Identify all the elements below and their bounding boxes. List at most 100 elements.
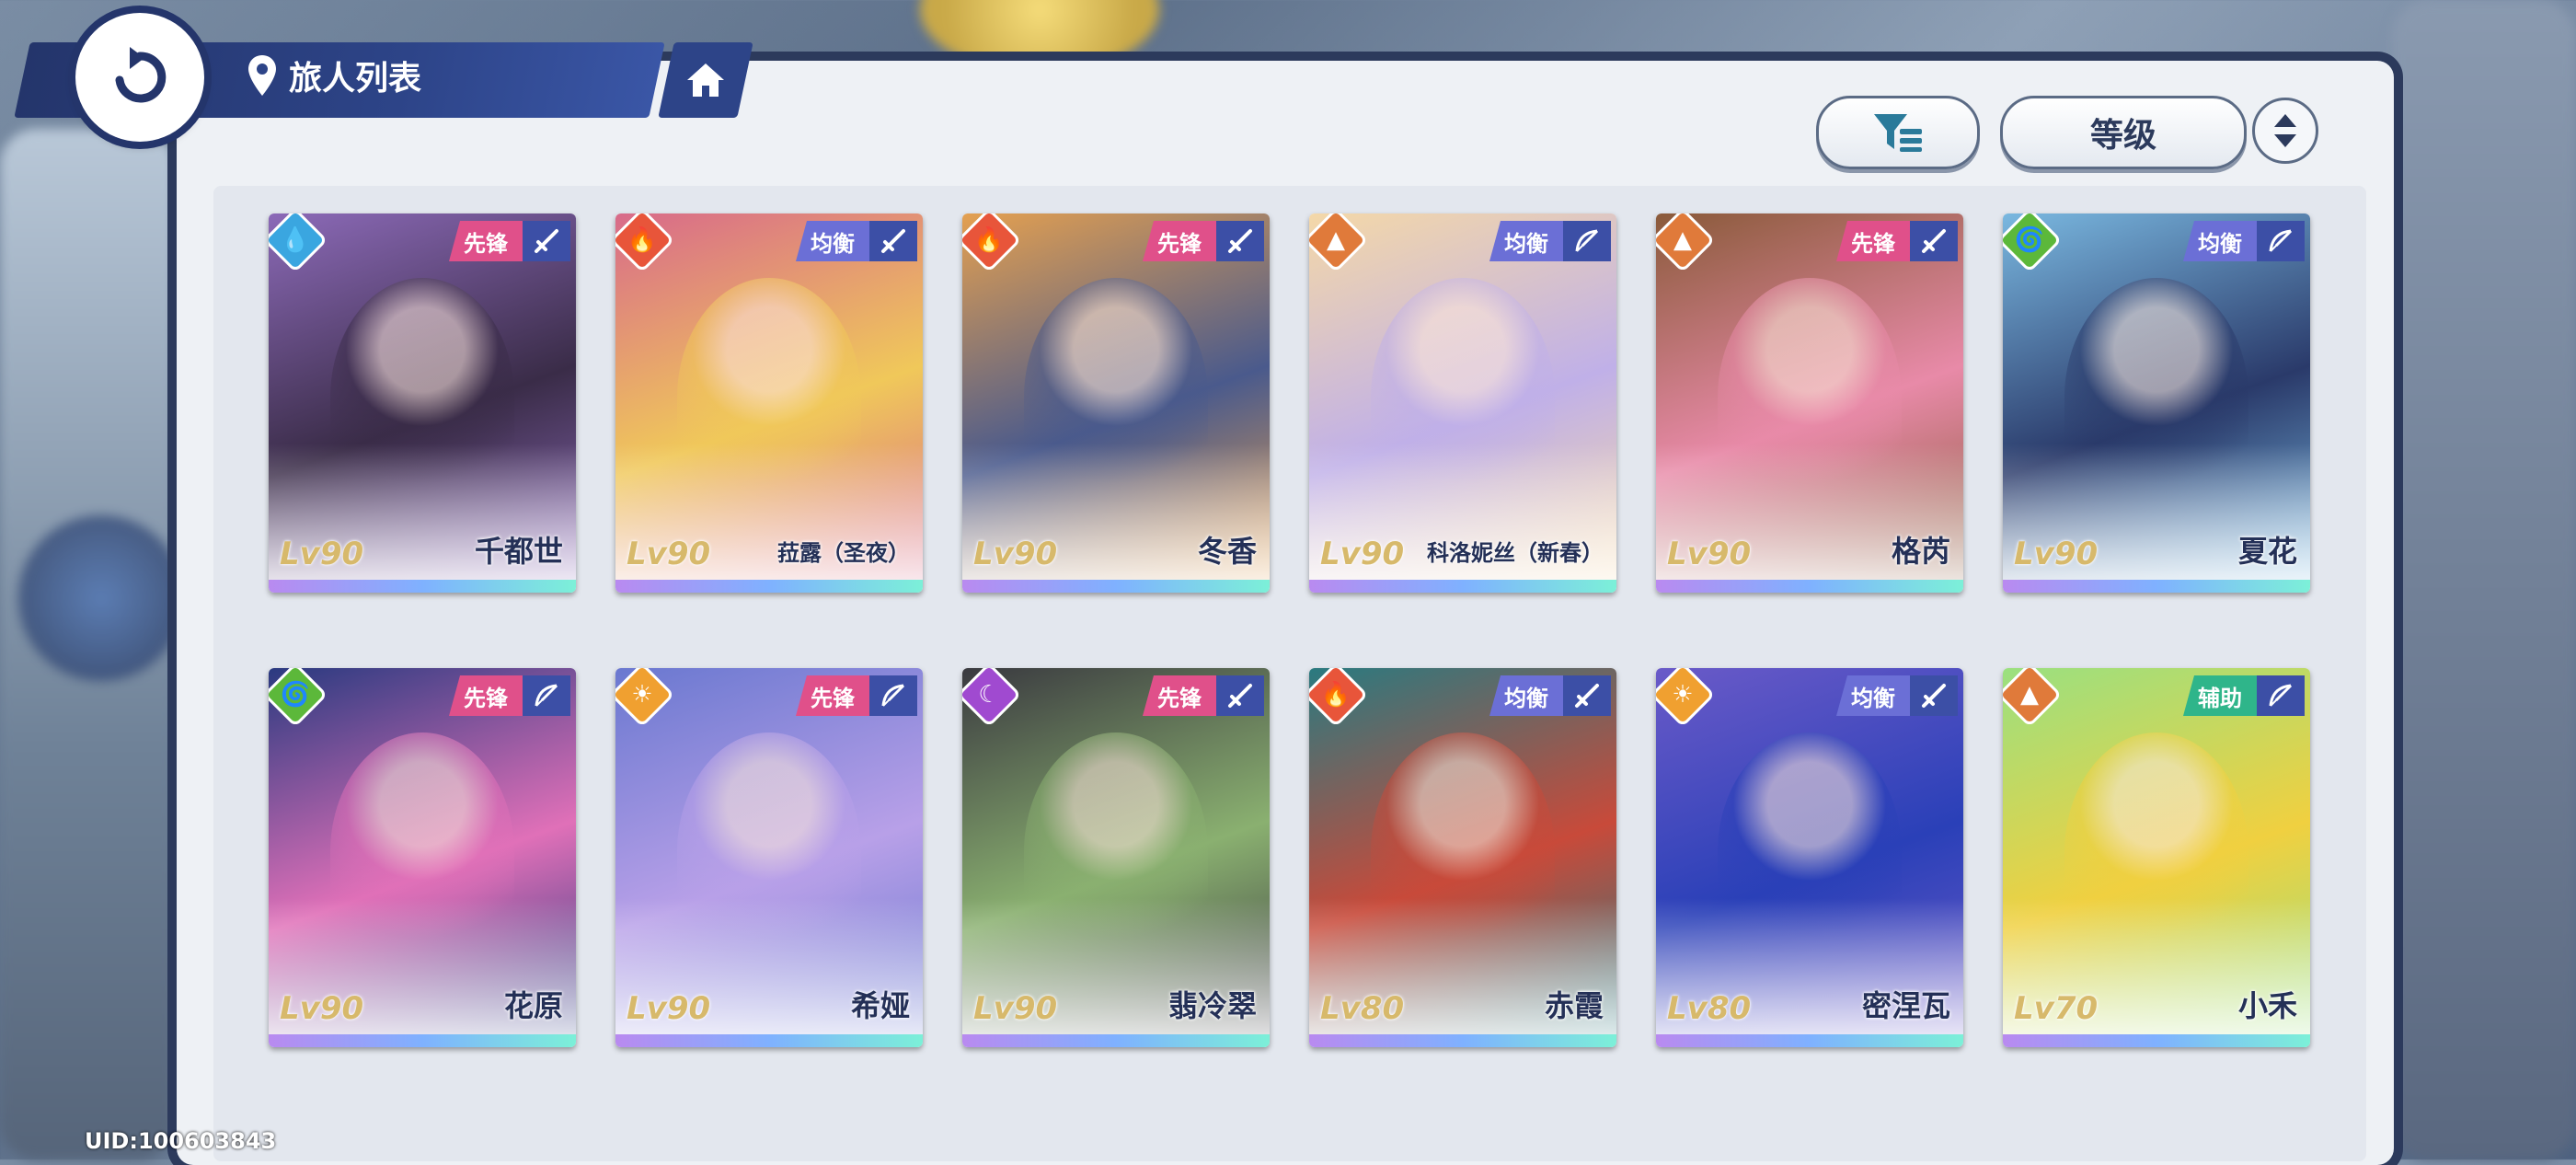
character-portrait	[1656, 668, 1963, 1036]
fire-element-icon: 🔥	[1309, 668, 1369, 728]
level-label: Lv90	[973, 536, 1058, 572]
role-tag: 先锋	[1143, 675, 1216, 716]
character-portrait	[2003, 668, 2310, 1036]
character-portrait	[269, 213, 576, 582]
character-name: 格芮	[1891, 534, 1950, 569]
character-card[interactable]: 🔥 均衡 Lv80 赤霞	[1309, 668, 1616, 1047]
sort-order-icon	[2274, 114, 2296, 147]
character-grid: 💧 先锋 Lv90 千都世 🔥 均衡 Lv90 菈露（圣夜） 🔥 先锋 Lv90 冬香 ▲ 均衡 Lv90 科…	[269, 213, 2311, 1047]
character-name: 科洛妮丝（新春）	[1427, 540, 1604, 566]
character-portrait	[615, 668, 923, 1036]
role-tag: 先锋	[449, 221, 523, 261]
sword-weapon-icon	[523, 221, 570, 261]
sort-by-dropdown[interactable]: 等级	[2000, 96, 2247, 169]
sort-by-label: 等级	[2089, 117, 2156, 155]
character-portrait	[962, 213, 1270, 582]
sword-weapon-icon	[1910, 675, 1958, 716]
character-card[interactable]: 🌀 均衡 Lv90 夏花	[2003, 213, 2310, 593]
character-portrait	[1309, 668, 1616, 1036]
character-portrait	[269, 668, 576, 1036]
level-label: Lv80	[1320, 990, 1405, 1027]
character-card[interactable]: ▲ 辅助 Lv70 小禾	[2003, 668, 2310, 1047]
earth-element-icon: ▲	[1656, 213, 1716, 273]
bow-weapon-icon	[2257, 221, 2305, 261]
card-rarity-strip	[269, 580, 576, 593]
card-rarity-strip	[962, 1034, 1270, 1047]
sort-order-button[interactable]	[2252, 98, 2318, 164]
role-tag: 先锋	[1836, 221, 1910, 261]
map-pin-icon	[248, 55, 276, 96]
character-card[interactable]: ☾ 先锋 Lv90 翡冷翠	[962, 668, 1270, 1047]
character-name: 花原	[503, 988, 563, 1023]
role-tag: 先锋	[449, 675, 523, 716]
character-name: 密涅瓦	[1861, 988, 1950, 1023]
sword-weapon-icon	[1216, 675, 1264, 716]
bow-weapon-icon	[1563, 221, 1611, 261]
character-card[interactable]: ☀ 先锋 Lv90 希娅	[615, 668, 923, 1047]
page-title: 旅人列表	[289, 60, 422, 98]
earth-element-icon: ▲	[1309, 213, 1369, 273]
character-name: 冬香	[1197, 534, 1257, 569]
character-name: 翡冷翠	[1167, 988, 1257, 1023]
role-tag: 均衡	[1489, 221, 1563, 261]
character-card[interactable]: 💧 先锋 Lv90 千都世	[269, 213, 576, 593]
sword-weapon-icon	[1563, 675, 1611, 716]
sword-weapon-icon	[1910, 221, 1958, 261]
level-label: Lv90	[627, 990, 711, 1027]
character-name: 希娅	[850, 988, 910, 1023]
character-card[interactable]: 🔥 均衡 Lv90 菈露（圣夜）	[615, 213, 923, 593]
character-card[interactable]: 🌀 先锋 Lv90 花原	[269, 668, 576, 1047]
character-portrait	[1309, 213, 1616, 582]
sword-weapon-icon	[1216, 221, 1264, 261]
light-element-icon: ☀	[615, 668, 675, 728]
sword-weapon-icon	[869, 221, 917, 261]
character-portrait	[615, 213, 923, 582]
role-tag: 先锋	[1143, 221, 1216, 261]
character-card[interactable]: ☀ 均衡 Lv80 密涅瓦	[1656, 668, 1963, 1047]
character-portrait	[2003, 213, 2310, 582]
filter-icon	[1874, 114, 1922, 152]
dark-element-icon: ☾	[962, 668, 1022, 728]
home-icon	[687, 63, 724, 97]
character-portrait	[1656, 213, 1963, 582]
level-label: Lv90	[1667, 536, 1752, 572]
fire-element-icon: 🔥	[962, 213, 1022, 273]
card-rarity-strip	[2003, 1034, 2310, 1047]
character-name: 千都世	[474, 534, 563, 569]
character-name: 夏花	[2237, 534, 2297, 569]
card-rarity-strip	[1309, 580, 1616, 593]
character-card[interactable]: 🔥 先锋 Lv90 冬香	[962, 213, 1270, 593]
bow-weapon-icon	[2257, 675, 2305, 716]
bow-weapon-icon	[523, 675, 570, 716]
wind-element-icon: 🌀	[2003, 213, 2063, 273]
role-tag: 均衡	[2183, 221, 2257, 261]
level-label: Lv80	[1667, 990, 1752, 1027]
back-arrow-icon	[115, 47, 167, 103]
character-name: 菈露（圣夜）	[777, 540, 910, 566]
character-portrait	[962, 668, 1270, 1036]
uid-label: UID:100603843	[85, 1128, 277, 1154]
character-name: 小禾	[2237, 988, 2297, 1023]
role-tag: 均衡	[796, 221, 869, 261]
character-card[interactable]: ▲ 均衡 Lv90 科洛妮丝（新春）	[1309, 213, 1616, 593]
bow-weapon-icon	[869, 675, 917, 716]
wind-element-icon: 🌀	[269, 668, 328, 728]
card-rarity-strip	[2003, 580, 2310, 593]
page-title-group: 旅人列表	[248, 52, 421, 99]
water-element-icon: 💧	[269, 213, 328, 273]
level-label: Lv90	[1320, 536, 1405, 572]
level-label: Lv90	[973, 990, 1058, 1027]
background-flowers	[18, 515, 184, 681]
character-card[interactable]: ▲ 先锋 Lv90 格芮	[1656, 213, 1963, 593]
card-rarity-strip	[615, 1034, 923, 1047]
filter-button[interactable]	[1816, 96, 1980, 169]
card-rarity-strip	[1656, 580, 1963, 593]
earth-element-icon: ▲	[2003, 668, 2063, 728]
level-label: Lv90	[280, 536, 364, 572]
role-tag: 均衡	[1489, 675, 1563, 716]
card-rarity-strip	[1309, 1034, 1616, 1047]
home-button[interactable]	[658, 42, 753, 118]
back-button[interactable]	[75, 13, 204, 142]
level-label: Lv70	[2014, 990, 2099, 1027]
fire-element-icon: 🔥	[615, 213, 675, 273]
